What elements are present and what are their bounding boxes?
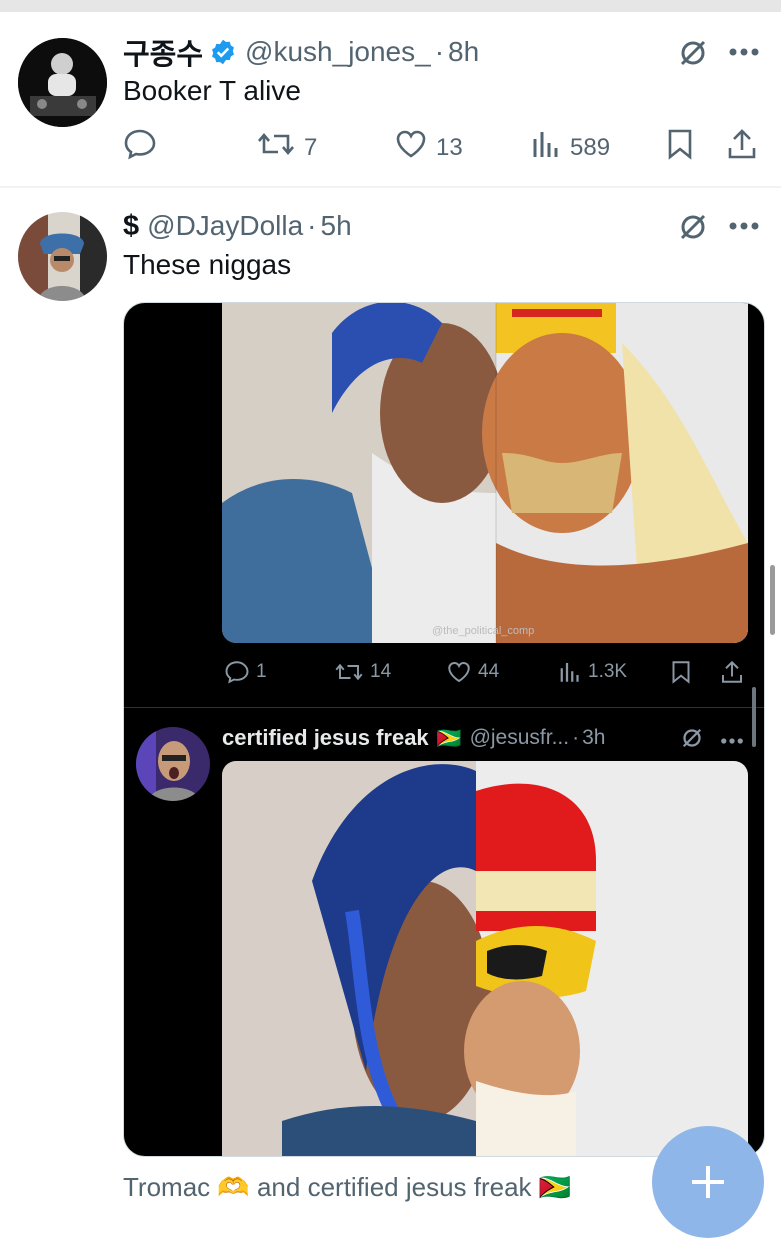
page-scrollbar[interactable] xyxy=(770,565,775,635)
heart-icon xyxy=(394,128,428,167)
like-count: 13 xyxy=(436,133,463,161)
views-button[interactable]: 589 xyxy=(530,128,610,167)
views-chart-icon xyxy=(560,663,579,682)
top-strip xyxy=(0,0,781,12)
inner-divider xyxy=(124,707,764,708)
inner-scrollbar xyxy=(752,687,756,747)
footer-text: Tromac 🫶 and certified jesus freak 🇬🇾 xyxy=(123,1172,572,1202)
avatar[interactable] xyxy=(18,212,107,301)
quoted-flag: 🇬🇾 xyxy=(436,727,462,750)
inner-share[interactable] xyxy=(720,660,744,684)
retweet-icon xyxy=(256,128,296,167)
more-options-icon[interactable] xyxy=(728,45,760,63)
share-button[interactable] xyxy=(726,128,758,167)
avatar[interactable] xyxy=(18,38,107,127)
reply-icon xyxy=(225,661,249,684)
inner-views[interactable]: 1.3K xyxy=(558,660,627,684)
retweet-count: 7 xyxy=(304,133,318,161)
grok-icon[interactable] xyxy=(677,37,709,74)
face-composite-image-top[interactable]: @the_political_comp xyxy=(222,303,748,643)
plus-icon xyxy=(688,1162,728,1207)
views-chart-icon xyxy=(530,128,562,167)
tweet-media-image[interactable]: @the_political_comp 1 14 44 1.3K certifi… xyxy=(123,302,765,1157)
reply-button[interactable] xyxy=(123,128,157,167)
dot-separator: · xyxy=(434,36,445,67)
bookmark-icon xyxy=(666,128,694,167)
inner-like[interactable]: 44 xyxy=(446,660,499,684)
grok-icon[interactable] xyxy=(680,726,704,755)
reply-icon xyxy=(123,128,157,167)
timestamp[interactable]: 5h xyxy=(321,210,352,242)
inner-reply[interactable]: 1 xyxy=(224,660,267,684)
inner-retweet[interactable]: 14 xyxy=(334,660,391,684)
compose-button[interactable] xyxy=(652,1126,764,1238)
face-composite-image-bottom[interactable] xyxy=(222,761,748,1156)
inner-retweet-count: 14 xyxy=(370,661,392,682)
bookmark-icon xyxy=(672,661,690,684)
retweet-button[interactable]: 7 xyxy=(256,128,317,167)
heart-icon xyxy=(448,662,470,683)
handle[interactable]: @kush_jones_ xyxy=(245,36,431,68)
watermark-text: @the_political_comp xyxy=(432,625,535,637)
inner-view-count: 1.3K xyxy=(588,661,628,682)
tweet-divider xyxy=(0,186,781,188)
tweet-text: Booker T alive xyxy=(123,75,301,106)
more-options-icon[interactable] xyxy=(728,219,760,237)
share-icon xyxy=(722,660,742,683)
tweet-text: These niggas xyxy=(123,249,292,280)
inner-reply-count: 1 xyxy=(256,661,267,682)
quoted-handle[interactable]: @jesusfr... xyxy=(470,726,570,750)
verified-badge-icon xyxy=(209,38,237,66)
dot-separator: · xyxy=(307,210,317,241)
quoted-time[interactable]: 3h xyxy=(582,726,605,750)
quoted-avatar[interactable] xyxy=(136,727,210,801)
display-name[interactable]: 구종수 xyxy=(123,31,203,73)
inner-like-count: 44 xyxy=(478,661,500,682)
more-options-icon[interactable] xyxy=(720,733,744,751)
dot-separator: · xyxy=(572,726,580,749)
grok-icon[interactable] xyxy=(677,211,709,248)
like-button[interactable]: 13 xyxy=(394,128,463,167)
handle[interactable]: @DJayDolla xyxy=(147,210,303,242)
inner-bookmark[interactable] xyxy=(670,660,692,684)
retweet-icon xyxy=(335,663,363,681)
timestamp[interactable]: 8h xyxy=(448,36,479,68)
display-name[interactable]: $ xyxy=(123,210,139,243)
share-icon xyxy=(726,128,758,167)
bookmark-button[interactable] xyxy=(666,128,694,167)
view-count: 589 xyxy=(570,133,611,161)
quoted-display-name[interactable]: certified jesus freak xyxy=(222,725,429,751)
